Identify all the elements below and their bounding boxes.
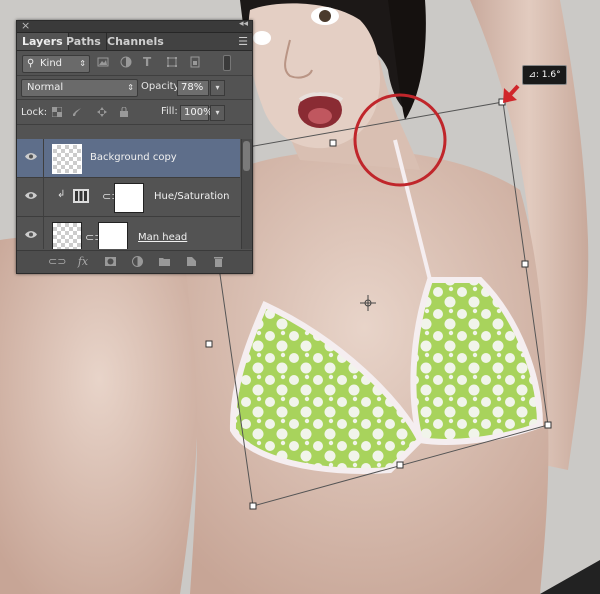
type-filter-icon[interactable]: T xyxy=(143,56,155,68)
panel-footer: ⊂⊃ fx xyxy=(17,250,252,273)
adjustment-filter-icon[interactable] xyxy=(120,56,132,68)
layer-thumbnail xyxy=(52,144,82,174)
lock-transparent-icon[interactable] xyxy=(52,107,62,117)
filter-toggle-icon[interactable] xyxy=(223,55,231,71)
panel-menu-icon[interactable]: ☰ xyxy=(238,35,248,48)
kind-filter-select[interactable]: ⚲ Kind ⇕ xyxy=(22,55,90,73)
close-icon[interactable]: × xyxy=(21,19,30,32)
smart-object-filter-icon[interactable] xyxy=(189,56,201,68)
adjustment-icon[interactable] xyxy=(130,255,144,269)
panel-tabs: Layers Paths Channels ☰ xyxy=(17,33,252,51)
layer-mask-thumbnail xyxy=(98,222,128,249)
clip-arrow-icon: ↲ xyxy=(57,189,66,200)
panel-titlebar[interactable]: × ◂◂ xyxy=(17,19,252,33)
new-layer-icon[interactable] xyxy=(184,255,198,269)
layer-thumbnail xyxy=(52,222,82,249)
folder-icon[interactable] xyxy=(157,255,171,269)
lock-label: Lock: xyxy=(21,107,48,118)
blend-mode-value: Normal xyxy=(27,82,64,93)
layer-background-copy[interactable]: Background copy xyxy=(17,139,240,178)
chevron-down-icon: ⇕ xyxy=(79,59,86,68)
lock-position-icon[interactable] xyxy=(97,107,107,117)
scrollbar-thumb[interactable] xyxy=(243,141,250,171)
layer-name[interactable]: Background copy xyxy=(90,152,177,163)
fx-icon[interactable]: fx xyxy=(76,255,90,269)
left-arm xyxy=(0,236,199,594)
lock-row: Lock: Fill: 100% ▾ xyxy=(17,100,252,125)
tab-channels[interactable]: Channels xyxy=(102,33,169,50)
collapse-icon[interactable]: ◂◂ xyxy=(239,19,248,29)
eye-icon[interactable] xyxy=(25,230,37,239)
lock-all-icon[interactable] xyxy=(119,107,129,117)
search-icon: ⚲ xyxy=(27,58,35,69)
eye xyxy=(253,31,271,45)
fill-input[interactable]: 100% xyxy=(180,105,213,121)
link-layers-button[interactable]: ⊂⊃ xyxy=(48,255,66,269)
layers-panel[interactable]: × ◂◂ Layers Paths Channels ☰ ⚲ Kind ⇕ T … xyxy=(16,19,253,274)
kind-label: Kind xyxy=(40,58,63,69)
blend-mode-select[interactable]: Normal ⇕ xyxy=(21,79,138,97)
layers-list[interactable]: Background copy ↲ ⊂⊃ Hue/Saturation ⊂⊃ M… xyxy=(17,139,240,249)
shape-filter-icon[interactable] xyxy=(166,56,178,68)
adjustment-layer-icon xyxy=(73,189,89,203)
opacity-input[interactable]: 78% xyxy=(177,80,209,96)
fill-dropdown[interactable]: ▾ xyxy=(210,105,225,121)
angle-value: 1.6° xyxy=(541,70,561,80)
layer-mask-thumbnail xyxy=(114,183,144,213)
opacity-label: Opacity: xyxy=(141,81,183,92)
layer-name[interactable]: Hue/Saturation xyxy=(154,191,230,202)
mask-icon[interactable] xyxy=(103,255,117,269)
layers-scrollbar[interactable] xyxy=(241,139,252,249)
trash-icon[interactable] xyxy=(211,255,225,269)
eye-icon[interactable] xyxy=(25,152,37,161)
blend-row: Normal ⇕ Opacity: 78% ▾ xyxy=(17,76,252,100)
fill-label: Fill: xyxy=(161,106,178,117)
eye-icon[interactable] xyxy=(25,191,37,200)
tab-paths[interactable]: Paths xyxy=(61,33,107,50)
filter-row: ⚲ Kind ⇕ T xyxy=(17,51,252,76)
image-filter-icon[interactable] xyxy=(97,56,109,68)
layer-name[interactable]: Man head xyxy=(138,232,187,243)
chevron-down-icon: ⇕ xyxy=(127,83,134,92)
rotation-angle-tooltip: ⊿: 1.6° xyxy=(522,65,567,85)
opacity-dropdown[interactable]: ▾ xyxy=(210,80,225,96)
layer-man-head[interactable]: ⊂⊃ Man head xyxy=(17,217,240,249)
layer-hue-saturation[interactable]: ↲ ⊂⊃ Hue/Saturation xyxy=(17,178,240,217)
angle-icon: ⊿: xyxy=(528,70,542,80)
lock-brush-icon[interactable] xyxy=(72,107,82,117)
